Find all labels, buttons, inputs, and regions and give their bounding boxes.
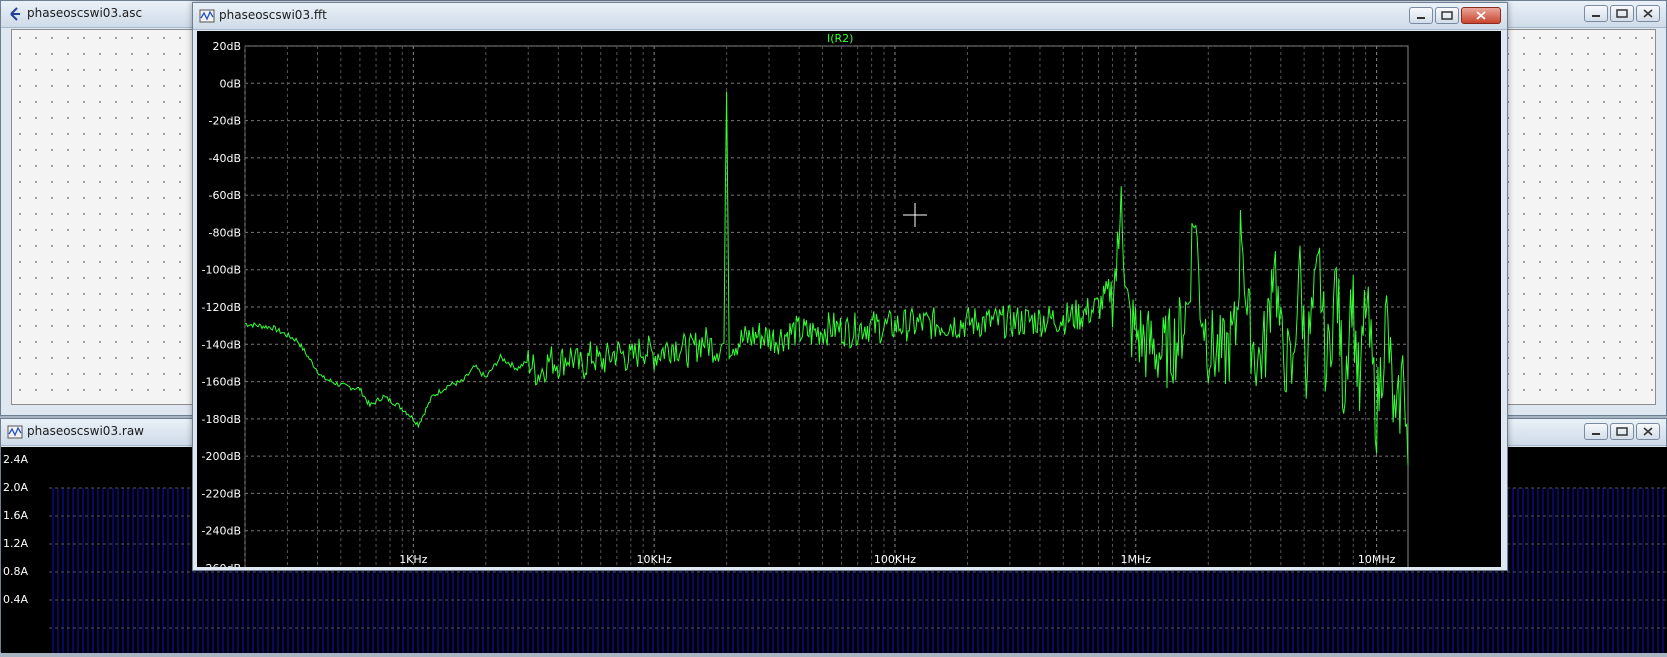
x-tick-label: 10KHz bbox=[637, 553, 672, 566]
restore-button[interactable] bbox=[1435, 7, 1459, 24]
y-tick-label: -60dB bbox=[209, 189, 242, 202]
x-tick-label: 100KHz bbox=[874, 553, 916, 566]
y-tick-label: 20dB bbox=[212, 40, 241, 53]
close-button[interactable] bbox=[1636, 5, 1660, 22]
transient-y-tick: 1.2A bbox=[3, 537, 29, 550]
restore-button[interactable] bbox=[1610, 423, 1634, 440]
minimize-button[interactable] bbox=[1584, 5, 1608, 22]
fft-plot[interactable]: 20dB 0dB -20dB -40dB -60dB -80dB -100dB -120dB -… bbox=[197, 31, 1501, 567]
transient-y-tick: 0.8A bbox=[3, 565, 29, 578]
y-tick-label: -120dB bbox=[202, 301, 242, 314]
fft-title: phaseoscswi03.fft bbox=[219, 8, 327, 22]
transient-y-tick: 2.4A bbox=[3, 453, 29, 466]
x-tick-label: 10MHz bbox=[1358, 553, 1396, 566]
fft-waveform-icon bbox=[199, 9, 215, 23]
y-tick-label: -100dB bbox=[202, 264, 242, 277]
transient-title: phaseoscswi03.raw bbox=[27, 424, 144, 438]
close-button[interactable] bbox=[1636, 423, 1660, 440]
x-tick-label: 1KHz bbox=[399, 553, 427, 566]
transient-y-tick: 2.0A bbox=[3, 481, 29, 494]
transient-y-tick: 1.6A bbox=[3, 509, 29, 522]
y-tick-label: -160dB bbox=[202, 376, 242, 389]
minimize-button[interactable] bbox=[1409, 7, 1433, 24]
crosshair-cursor bbox=[903, 203, 927, 227]
restore-icon bbox=[1616, 9, 1628, 18]
fft-titlebar[interactable]: phaseoscswi03.fft bbox=[193, 3, 1507, 30]
restore-icon bbox=[1616, 427, 1628, 436]
minimize-button[interactable] bbox=[1584, 423, 1608, 440]
schematic-title: phaseoscswi03.asc bbox=[27, 6, 143, 20]
y-tick-label: -240dB bbox=[202, 525, 242, 538]
y-tick-label: -140dB bbox=[202, 338, 242, 351]
restore-icon bbox=[1441, 11, 1453, 20]
close-icon bbox=[1643, 9, 1653, 18]
y-tick-label: -40dB bbox=[209, 152, 242, 165]
transient-y-tick: 0.4A bbox=[3, 593, 29, 606]
close-icon bbox=[1476, 11, 1486, 20]
y-tick-label: -80dB bbox=[209, 226, 242, 239]
y-tick-label: -20dB bbox=[209, 115, 242, 128]
y-tick-label: -220dB bbox=[202, 487, 242, 500]
x-tick-label: 1MHz bbox=[1121, 553, 1152, 566]
minimize-icon bbox=[1592, 433, 1600, 435]
restore-button[interactable] bbox=[1610, 5, 1634, 22]
waveform-icon bbox=[7, 425, 23, 439]
minimize-icon bbox=[1592, 15, 1600, 17]
fft-series-line bbox=[244, 91, 1409, 466]
y-tick-label: -200dB bbox=[202, 450, 242, 463]
close-button[interactable] bbox=[1461, 7, 1501, 24]
minimize-icon bbox=[1417, 17, 1425, 19]
schematic-icon bbox=[10, 7, 20, 21]
y-tick-label: 0dB bbox=[219, 77, 241, 90]
y-tick-label: -180dB bbox=[202, 413, 242, 426]
fft-window[interactable]: phaseoscswi03.fft 20dB 0dB -20dB -40dB -60dB… bbox=[192, 2, 1508, 571]
close-icon bbox=[1643, 427, 1653, 436]
chart-title: I(R2) bbox=[827, 32, 853, 45]
y-tick-label: -260dB bbox=[202, 562, 242, 567]
